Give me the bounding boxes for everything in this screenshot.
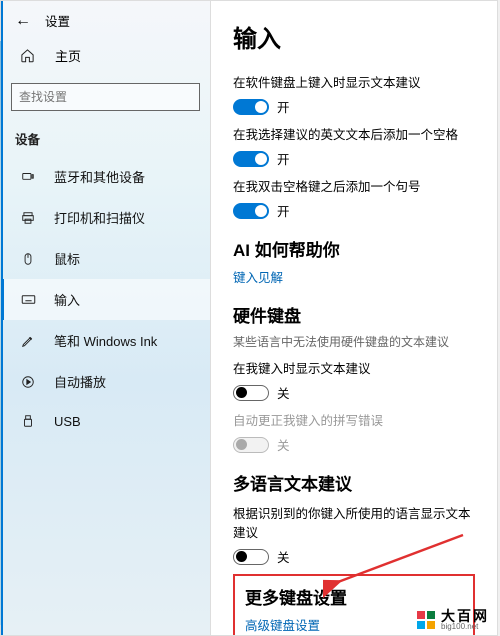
option-label: 在我双击空格键之后添加一个句号 [233, 176, 475, 195]
watermark-en: big100.net [441, 623, 489, 631]
home-label: 主页 [55, 46, 81, 65]
toggle-add-period[interactable] [233, 203, 269, 219]
toggle-state: 开 [277, 149, 290, 168]
usb-icon [20, 413, 36, 429]
ai-heading: AI 如何帮助你 [233, 236, 475, 261]
sidebar-item-autoplay[interactable]: 自动播放 [1, 361, 210, 402]
watermark-cn: 大百网 [441, 609, 489, 623]
multilang-heading: 多语言文本建议 [233, 470, 475, 495]
hw-desc: 某些语言中无法使用硬件键盘的文本建议 [233, 333, 475, 350]
back-button[interactable]: ← [15, 12, 31, 30]
sidebar-item-label: 打印机和扫描仪 [54, 208, 145, 227]
toggle-state: 关 [277, 547, 290, 566]
sidebar-item-label: USB [54, 414, 81, 429]
option-label: 在我键入时显示文本建议 [233, 358, 475, 377]
sidebar-item-pen[interactable]: 笔和 Windows Ink [1, 320, 210, 361]
sidebar-item-input[interactable]: 输入 [1, 279, 210, 320]
keyboard-icon [20, 292, 36, 308]
sidebar-item-label: 输入 [54, 290, 80, 309]
option-label: 在软件键盘上键入时显示文本建议 [233, 72, 475, 91]
autoplay-icon [20, 374, 36, 390]
toggle-state: 开 [277, 201, 290, 220]
hw-heading: 硬件键盘 [233, 302, 475, 327]
pen-icon [20, 333, 36, 349]
toggle-multilang[interactable] [233, 549, 269, 565]
sidebar-item-label: 自动播放 [54, 372, 106, 391]
sidebar-item-label: 蓝牙和其他设备 [54, 167, 145, 186]
settings-title: 设置 [45, 11, 70, 30]
page-title: 输入 [233, 19, 475, 54]
sidebar-section-devices: 设备 [1, 125, 210, 156]
printer-icon [20, 210, 36, 226]
toggle-hw-suggestions[interactable] [233, 385, 269, 401]
sidebar-item-usb[interactable]: USB [1, 402, 210, 440]
toggle-add-space[interactable] [233, 151, 269, 167]
toggle-state: 关 [277, 383, 290, 402]
toggle-state: 开 [277, 97, 290, 116]
watermark: 大百网 big100.net [417, 609, 489, 631]
sidebar-item-mouse[interactable]: 鼠标 [1, 238, 210, 279]
toggle-hw-autocorrect [233, 437, 269, 453]
watermark-logo-icon [417, 611, 435, 629]
typing-insights-link[interactable]: 键入见解 [233, 267, 475, 286]
option-label: 根据识别到的你键入所使用的语言显示文本建议 [233, 503, 475, 541]
home-icon [19, 48, 35, 64]
bluetooth-icon [20, 169, 36, 185]
toggle-show-suggestions[interactable] [233, 99, 269, 115]
sidebar-home[interactable]: 主页 [1, 36, 210, 75]
sidebar-item-label: 笔和 Windows Ink [54, 331, 157, 350]
option-label-disabled: 自动更正我键入的拼写错误 [233, 410, 475, 429]
mouse-icon [20, 251, 36, 267]
more-kb-heading: 更多键盘设置 [245, 584, 463, 609]
sidebar-item-bluetooth[interactable]: 蓝牙和其他设备 [1, 156, 210, 197]
option-label: 在我选择建议的英文文本后添加一个空格 [233, 124, 475, 143]
sidebar-item-printers[interactable]: 打印机和扫描仪 [1, 197, 210, 238]
search-input[interactable] [11, 83, 200, 111]
toggle-state: 关 [277, 435, 290, 454]
sidebar-item-label: 鼠标 [54, 249, 80, 268]
